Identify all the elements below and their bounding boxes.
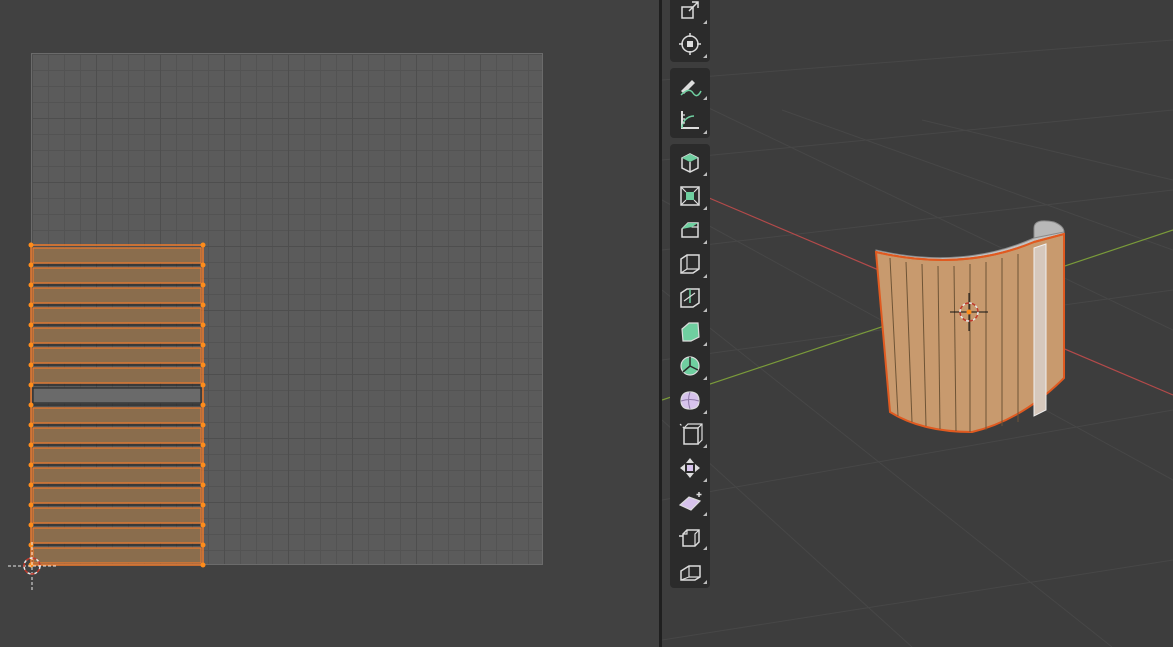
tool-variants-indicator	[703, 20, 707, 24]
add-cube-tool-button[interactable]	[670, 145, 710, 179]
tool-variants-indicator	[703, 546, 707, 550]
shear-tool-icon	[679, 529, 700, 547]
inset-faces-tool-button[interactable]	[670, 213, 710, 247]
tool-variants-indicator	[703, 54, 707, 58]
measure-tool-icon	[681, 111, 699, 129]
tool-shelf	[670, 0, 710, 594]
edge-slide-tool-button[interactable]	[670, 451, 710, 485]
viewport-scene	[662, 39, 1173, 647]
shrink-fatten-tool-button[interactable]	[670, 485, 710, 519]
tool-variants-indicator	[703, 580, 707, 584]
smooth-tool-button[interactable]	[670, 417, 710, 451]
transform-tool-icon	[679, 33, 701, 55]
curved-wall-mesh[interactable]	[874, 220, 1065, 434]
edge-slide-tool-icon	[680, 458, 700, 478]
tool-variants-indicator	[703, 274, 707, 278]
tool-variants-indicator	[703, 96, 707, 100]
extrude-region-tool-button[interactable]	[670, 179, 710, 213]
tool-variants-indicator	[703, 410, 707, 414]
knife-tool-button[interactable]	[670, 315, 710, 349]
bevel-tool-icon	[680, 254, 700, 274]
measure-tool-button[interactable]	[670, 103, 710, 137]
tool-group-1	[670, 0, 710, 62]
shrink-fatten-tool-icon	[678, 492, 702, 511]
tool-variants-indicator	[703, 512, 707, 516]
tool-variants-indicator	[703, 342, 707, 346]
tool-variants-indicator	[703, 308, 707, 312]
smooth-tool-icon	[679, 423, 703, 445]
poly-build-tool-icon	[680, 356, 700, 376]
uv-2d-cursor-icon[interactable]	[0, 0, 659, 647]
spin-tool-icon	[680, 391, 700, 410]
tool-variants-indicator	[703, 172, 707, 176]
spin-tool-button[interactable]	[670, 383, 710, 417]
knife-tool-icon	[681, 322, 700, 342]
tool-group-2	[670, 68, 710, 138]
extrude-region-tool-icon	[680, 186, 700, 206]
uv-editor[interactable]	[0, 0, 659, 647]
add-cube-tool-icon	[681, 153, 699, 173]
scale-tool-icon	[681, 1, 699, 19]
poly-build-tool-button[interactable]	[670, 349, 710, 383]
3d-viewport[interactable]	[662, 0, 1173, 647]
rip-region-tool-icon	[680, 565, 701, 581]
annotate-tool-button[interactable]	[670, 69, 710, 103]
tool-variants-indicator	[703, 240, 707, 244]
tool-variants-indicator	[703, 130, 707, 134]
tool-variants-indicator	[703, 206, 707, 210]
tool-variants-indicator	[703, 376, 707, 380]
tool-variants-indicator	[703, 478, 707, 482]
shear-tool-button[interactable]	[670, 519, 710, 553]
tool-variants-indicator	[703, 444, 707, 448]
annotate-tool-icon	[680, 80, 702, 97]
tool-group-3	[670, 144, 710, 588]
loop-cut-tool-button[interactable]	[670, 281, 710, 315]
scale-tool-button[interactable]	[670, 0, 710, 27]
loop-cut-tool-icon	[680, 288, 700, 308]
transform-tool-button[interactable]	[670, 27, 710, 61]
rip-region-tool-button[interactable]	[670, 553, 710, 587]
inset-faces-tool-icon	[681, 222, 699, 238]
bevel-tool-button[interactable]	[670, 247, 710, 281]
